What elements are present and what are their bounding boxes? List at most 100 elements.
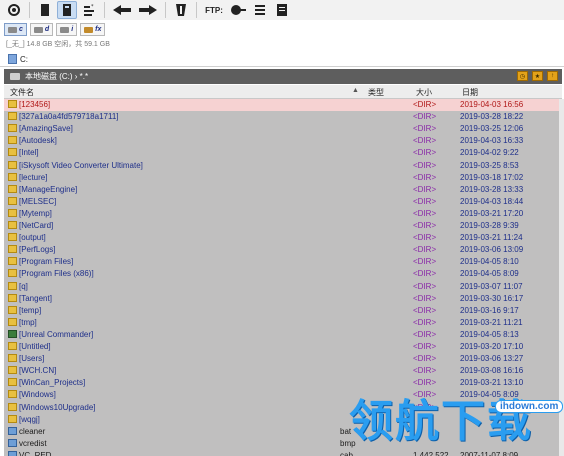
- folder-icon: [8, 281, 17, 290]
- path-tools: ◷ ★ ↑: [517, 71, 558, 81]
- file-icon: [8, 426, 17, 435]
- history-icon[interactable]: ◷: [517, 71, 528, 81]
- pack-button[interactable]: [171, 1, 191, 19]
- file-name: [wqgj]: [19, 414, 40, 424]
- parent-folder-icon[interactable]: ↑: [547, 71, 558, 81]
- file-row[interactable]: [q] <DIR> 2019-03-07 11:07: [4, 281, 562, 293]
- brief-view-button[interactable]: [35, 1, 55, 19]
- file-date: 2019-04-03 18:44: [460, 196, 524, 206]
- file-name: [NetCard]: [19, 221, 54, 230]
- compare-icon: [231, 5, 246, 15]
- file-row[interactable]: [iSkysoft Video Converter Ultimate] <DIR>…: [4, 160, 562, 172]
- file-row[interactable]: [Intel] <DIR> 2019-04-02 9:22: [4, 147, 562, 159]
- file-icon: [8, 450, 17, 456]
- drive-button-i[interactable]: i: [56, 23, 78, 36]
- file-size: <DIR>: [413, 221, 437, 230]
- folder-icon: [8, 148, 17, 157]
- ftp-label: FTP:: [205, 5, 223, 15]
- file-size: <DIR>: [413, 100, 437, 109]
- app-folder-icon: [8, 329, 17, 338]
- file-row[interactable]: [output] <DIR> 2019-03-21 11:24: [4, 232, 562, 244]
- file-row[interactable]: [Program Files (x86)] <DIR> 2019-04-05 8:0…: [4, 268, 562, 280]
- file-name: vcredist: [19, 438, 47, 448]
- toolbar-separator: [196, 2, 197, 18]
- column-ext-header[interactable]: 类型: [368, 87, 384, 98]
- file-row[interactable]: [lecture] <DIR> 2019-03-18 17:02: [4, 172, 562, 184]
- file-name: [tmp]: [19, 317, 37, 327]
- file-row[interactable]: [Mytemp] <DIR> 2019-03-21 17:20: [4, 208, 562, 220]
- file-size: <DIR>: [413, 354, 437, 364]
- file-size: <DIR>: [413, 160, 437, 170]
- file-row[interactable]: [Users] <DIR> 2019-03-06 13:27: [4, 353, 562, 365]
- file-size: <DIR>: [413, 148, 437, 158]
- file-row[interactable]: [WCH.CN] <DIR> 2019-03-08 16:16: [4, 365, 562, 377]
- file-name: [123456]: [19, 100, 51, 109]
- folder-icon: [8, 414, 17, 423]
- favorites-icon[interactable]: ★: [532, 71, 543, 81]
- folder-icon: [8, 378, 17, 387]
- drive-button-c[interactable]: c: [4, 23, 27, 36]
- file-date: 2019-03-30 16:17: [460, 293, 524, 303]
- folder-icon: [8, 124, 17, 133]
- folder-icon: [8, 245, 17, 254]
- column-size-header[interactable]: 大小: [416, 87, 432, 98]
- full-view-button[interactable]: [57, 1, 77, 19]
- file-date: 2019-03-08 16:16: [460, 366, 524, 376]
- file-date: 2019-03-28 18:22: [460, 112, 524, 122]
- file-date: 2019-04-03 16:33: [460, 136, 524, 146]
- column-name-header[interactable]: 文件名: [10, 87, 34, 98]
- file-row[interactable]: [NetCard] <DIR> 2019-03-28 9:39: [4, 220, 562, 232]
- file-row[interactable]: [Program Files] <DIR> 2019-04-05 8:10: [4, 256, 562, 268]
- forward-button[interactable]: [136, 1, 160, 19]
- tab-c-drive[interactable]: C:: [6, 52, 34, 66]
- compare-button[interactable]: [228, 1, 248, 19]
- file-row[interactable]: [Unreal Commander] <DIR> 2019-04-05 8:13: [4, 329, 562, 341]
- folder-icon: [8, 402, 17, 411]
- folder-tab-icon: [8, 54, 17, 64]
- file-name: [Intel]: [19, 148, 39, 158]
- hard-drive-icon: [8, 26, 17, 33]
- file-row[interactable]: [123456] <DIR> 2019-04-03 16:56: [4, 99, 562, 111]
- file-row[interactable]: [AmazingSave] <DIR> 2019-03-25 12:06: [4, 123, 562, 135]
- file-row[interactable]: [WinCan_Projects] <DIR> 2019-03-21 13:10: [4, 377, 562, 389]
- folder-icon: [8, 184, 17, 193]
- drive-letter: i: [71, 26, 74, 33]
- main-toolbar: * FTP:: [0, 0, 564, 20]
- file-date: 2019-03-06 13:27: [460, 354, 524, 364]
- column-header: 文件名 ▲ 类型 大小 日期: [4, 85, 562, 99]
- file-row[interactable]: [Untitled] <DIR> 2019-03-20 17:10: [4, 341, 562, 353]
- notepad-button[interactable]: [272, 1, 292, 19]
- file-size: <DIR>: [413, 257, 437, 267]
- sync-button[interactable]: [250, 1, 270, 19]
- file-row[interactable]: [tmp] <DIR> 2019-03-21 11:21: [4, 317, 562, 329]
- file-row[interactable]: [327a1a0a4fd579718a1711] <DIR> 2019-03-28 …: [4, 111, 562, 123]
- file-date: 2019-03-20 17:10: [460, 342, 524, 351]
- back-button[interactable]: [110, 1, 134, 19]
- path-bar[interactable]: 本地磁盘 (C:) › *.* ◷ ★ ↑: [4, 69, 562, 84]
- drive-button-fx[interactable]: fx: [80, 23, 106, 36]
- file-row[interactable]: [temp] <DIR> 2019-03-16 9:17: [4, 305, 562, 317]
- file-date: 2019-03-16 9:17: [460, 305, 519, 315]
- tree-view-button[interactable]: *: [79, 1, 99, 19]
- drive-button-d[interactable]: d: [29, 23, 54, 36]
- watermark-glyph: 下: [441, 396, 485, 447]
- file-name: [ManageEngine]: [19, 184, 78, 194]
- refresh-button[interactable]: [4, 1, 24, 19]
- drive-icon: [10, 73, 20, 80]
- file-name: [Autodesk]: [19, 136, 57, 146]
- sort-ascending-icon[interactable]: ▲: [352, 87, 359, 94]
- file-row[interactable]: [Tangent] <DIR> 2019-03-30 16:17: [4, 293, 562, 305]
- file-row[interactable]: [MELSEC] <DIR> 2019-04-03 18:44: [4, 196, 562, 208]
- file-name: [Tangent]: [19, 293, 52, 303]
- file-size: <DIR>: [413, 208, 437, 218]
- file-row[interactable]: [PerfLogs] <DIR> 2019-03-06 13:09: [4, 244, 562, 256]
- file-row[interactable]: [Autodesk] <DIR> 2019-04-03 16:33: [4, 135, 562, 147]
- site-watermark: 领 航 下 载 ihdown.com: [349, 392, 564, 456]
- folder-icon: [8, 390, 17, 399]
- file-date: 2019-03-06 13:09: [460, 245, 524, 255]
- column-date-header[interactable]: 日期: [462, 87, 478, 98]
- file-row[interactable]: [ManageEngine] <DIR> 2019-03-28 13:33: [4, 184, 562, 196]
- ftp-connect-button[interactable]: FTP:: [202, 1, 226, 19]
- watermark-glyph: 领: [349, 396, 393, 447]
- file-date: 2019-04-05 8:10: [460, 257, 519, 267]
